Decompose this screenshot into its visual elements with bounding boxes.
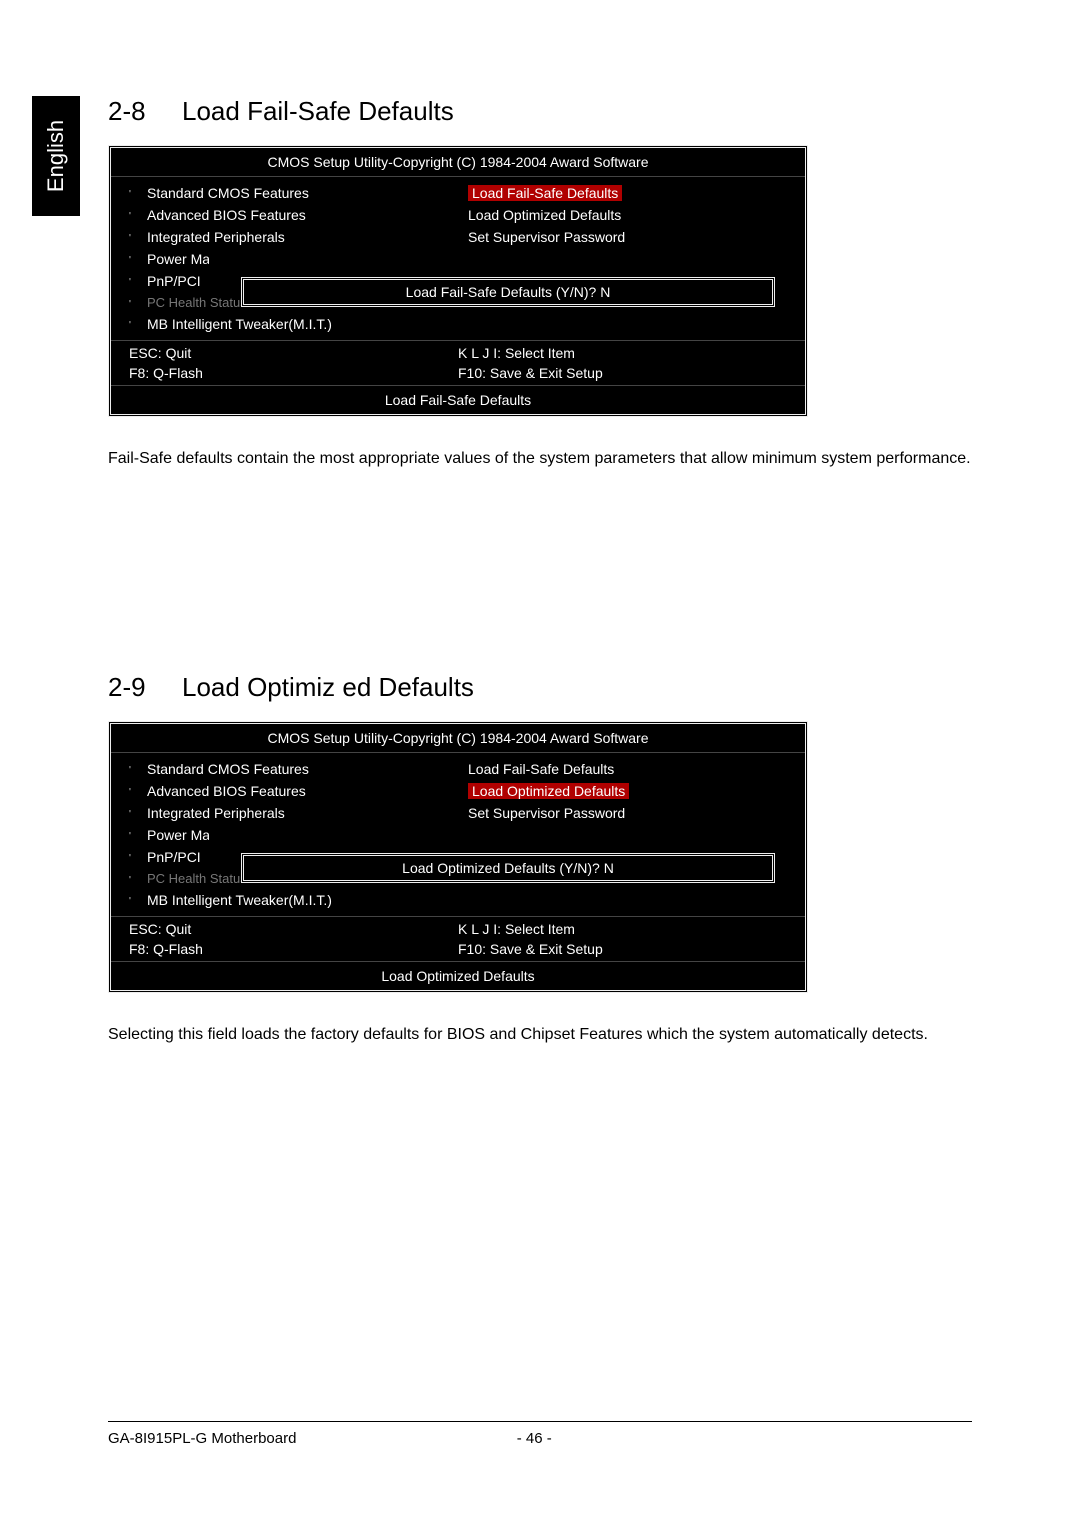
bios-left-col-2: Standard CMOS Features Advanced BIOS Fea… [147, 761, 468, 908]
section-title-2: Load Optimiz ed Defaults [182, 672, 474, 703]
bios-title-1: CMOS Setup Utility-Copyright (C) 1984-20… [111, 148, 805, 177]
section-number-2: 2-9 [108, 672, 154, 703]
bios-footer-caption-2: Load Optimized Defaults [111, 961, 805, 990]
section-body-1: Fail-Safe defaults contain the most appr… [108, 445, 972, 472]
key-hint: ESC: Quit [129, 345, 458, 361]
confirm-popup-2[interactable]: Load Optimized Defaults (Y/N)? N [241, 853, 775, 883]
section-number-1: 2-8 [108, 96, 154, 127]
menu-item[interactable]: Load Fail-Safe Defaults [468, 761, 789, 777]
section-heading-2: 2-9 Load Optimiz ed Defaults [108, 672, 972, 703]
confirm-popup-text: Load Fail-Safe Defaults (Y/N)? N [406, 284, 611, 300]
bios-footer-keys-2: ESC: Quit F8: Q-Flash K L J I: Select It… [111, 916, 805, 961]
bios-body-2: Standard CMOS Features Advanced BIOS Fea… [111, 753, 805, 916]
menu-item[interactable]: Integrated Peripherals [147, 805, 468, 821]
language-tab: English [32, 96, 80, 216]
menu-item[interactable]: MB Intelligent Tweaker(M.I.T.) [147, 316, 468, 332]
key-hint: F10: Save & Exit Setup [458, 365, 787, 381]
bios-left-col-1: Standard CMOS Features Advanced BIOS Fea… [147, 185, 468, 332]
footer-page-number: - 46 - [96, 1430, 972, 1447]
bios-title-2: CMOS Setup Utility-Copyright (C) 1984-20… [111, 724, 805, 753]
key-hint: F8: Q-Flash [129, 941, 458, 957]
menu-item[interactable]: Load Optimized Defaults [468, 207, 789, 223]
menu-item[interactable]: Set Supervisor Password [468, 229, 789, 245]
footer-right-col: K L J I: Select Item F10: Save & Exit Se… [458, 345, 787, 381]
footer-right-col: K L J I: Select Item F10: Save & Exit Se… [458, 921, 787, 957]
page: English 2-8 Load Fail-Safe Defaults CMOS… [0, 0, 1080, 1529]
key-hint: F8: Q-Flash [129, 365, 458, 381]
section-heading-1: 2-8 Load Fail-Safe Defaults [108, 96, 972, 127]
key-hint: K L J I: Select Item [458, 345, 787, 361]
menu-item[interactable]: MB Intelligent Tweaker(M.I.T.) [147, 892, 468, 908]
menu-item[interactable]: Power Ma [147, 251, 468, 267]
menu-item[interactable]: Standard CMOS Features [147, 185, 468, 201]
bios-body-1: Standard CMOS Features Advanced BIOS Fea… [111, 177, 805, 340]
bios-footer-caption-1: Load Fail-Safe Defaults [111, 385, 805, 414]
bios-footer-keys-1: ESC: Quit F8: Q-Flash K L J I: Select It… [111, 340, 805, 385]
footer-left-col: ESC: Quit F8: Q-Flash [129, 345, 458, 381]
language-tab-label: English [43, 120, 69, 192]
key-hint: F10: Save & Exit Setup [458, 941, 787, 957]
menu-item[interactable]: Set Supervisor Password [468, 805, 789, 821]
bios-right-col-1: Load Fail-Safe Defaults Load Optimized D… [468, 185, 789, 332]
section-title-1: Load Fail-Safe Defaults [182, 96, 454, 127]
bios-right-col-2: Load Fail-Safe Defaults Load Optimized D… [468, 761, 789, 908]
confirm-popup-1[interactable]: Load Fail-Safe Defaults (Y/N)? N [241, 277, 775, 307]
menu-item[interactable]: Advanced BIOS Features [147, 207, 468, 223]
menu-item[interactable]: Load Fail-Safe Defaults [468, 185, 789, 201]
page-footer: GA-8I915PL-G Motherboard - 46 - [108, 1421, 972, 1447]
menu-item[interactable]: Power Ma [147, 827, 468, 843]
section-body-2: Selecting this field loads the factory d… [108, 1021, 972, 1048]
menu-item[interactable]: Load Optimized Defaults [468, 783, 789, 799]
bios-screen-2: CMOS Setup Utility-Copyright (C) 1984-20… [108, 721, 808, 993]
confirm-popup-text: Load Optimized Defaults (Y/N)? N [402, 860, 614, 876]
menu-item[interactable]: Advanced BIOS Features [147, 783, 468, 799]
menu-item[interactable]: Standard CMOS Features [147, 761, 468, 777]
footer-left-col: ESC: Quit F8: Q-Flash [129, 921, 458, 957]
bios-screen-1: CMOS Setup Utility-Copyright (C) 1984-20… [108, 145, 808, 417]
key-hint: K L J I: Select Item [458, 921, 787, 937]
key-hint: ESC: Quit [129, 921, 458, 937]
menu-item[interactable]: Integrated Peripherals [147, 229, 468, 245]
